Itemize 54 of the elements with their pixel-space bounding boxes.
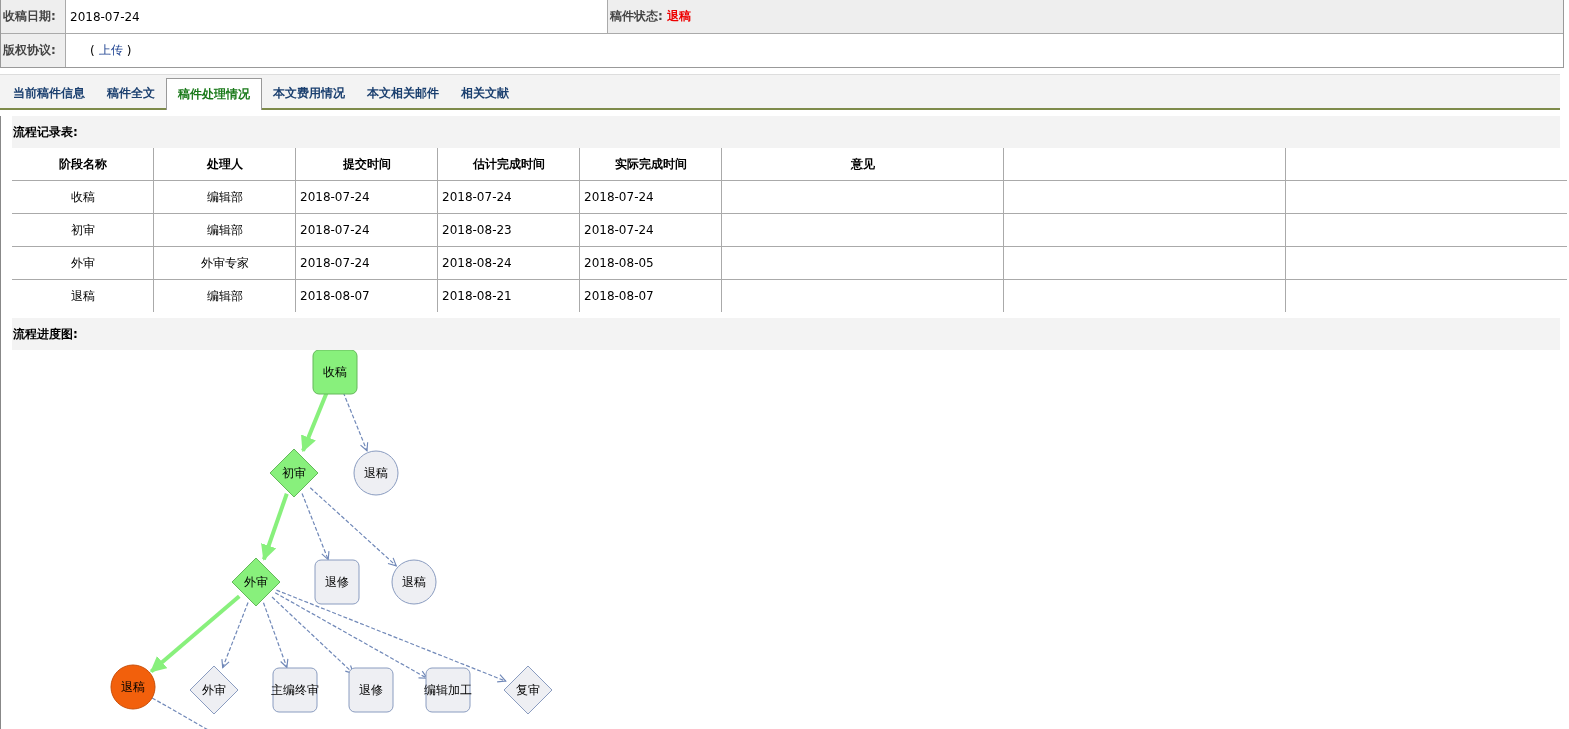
table-cell: 编辑部 (153, 279, 296, 312)
column-header: 实际完成时间 (579, 148, 722, 181)
upload-link[interactable]: 上传 (98, 42, 123, 59)
tab[interactable]: 本文费用情况 (262, 78, 356, 108)
flow-node: 退修 (348, 667, 394, 713)
table-cell: 2018-08-07 (295, 279, 438, 312)
column-header: 阶段名称 (12, 148, 154, 181)
flow-node: 外审 (189, 665, 239, 715)
table-cell: 2018-07-24 (295, 213, 438, 247)
flow-node: 退稿 (391, 559, 437, 605)
column-header: 意见 (721, 148, 1004, 181)
table-cell: 2018-07-24 (579, 180, 722, 214)
tab[interactable]: 当前稿件信息 (2, 78, 96, 108)
flow-node: 编辑加工 (424, 667, 472, 713)
table-cell: 2018-07-24 (295, 180, 438, 214)
table-cell: 2018-08-24 (437, 246, 580, 280)
table-cell: 编辑部 (153, 213, 296, 247)
column-header: 估计完成时间 (437, 148, 580, 181)
tab[interactable]: 稿件全文 (96, 78, 166, 108)
table-cell: 2018-08-07 (579, 279, 722, 312)
table-cell: 初审 (12, 213, 154, 247)
flow-node: 退修 (314, 559, 360, 605)
table-cell: 2018-07-24 (579, 213, 722, 247)
table-cell: 2018-08-23 (437, 213, 580, 247)
paren-text: ) (126, 43, 132, 58)
table-cell: 2018-07-24 (295, 246, 438, 280)
section-title: 流程进度图: (12, 318, 1560, 350)
flow-node: 主编终审 (271, 667, 319, 713)
flow-node: 退稿 (110, 664, 156, 710)
table-cell: 2018-08-21 (437, 279, 580, 312)
status-value: 退稿 (666, 8, 691, 25)
table-cell: 编辑部 (153, 180, 296, 214)
table-cell: 2018-07-24 (437, 180, 580, 214)
tab[interactable]: 稿件处理情况 (166, 78, 262, 110)
column-header: 提交时间 (295, 148, 438, 181)
tab[interactable]: 相关文献 (450, 78, 520, 108)
field-label: 版权协议: (1, 34, 66, 67)
section-title: 流程记录表: (12, 116, 1560, 148)
column-header: 处理人 (153, 148, 296, 181)
table-cell: 外审 (12, 246, 154, 280)
flow-node: 复审 (503, 665, 553, 715)
paren-text: ( (90, 43, 95, 58)
flow-node: 外审 (231, 557, 281, 607)
flow-node: 收稿 (312, 350, 358, 395)
flow-node: 初审 (269, 448, 319, 498)
field-label: 收稿日期: (1, 0, 66, 33)
table-cell: 收稿 (12, 180, 154, 214)
field-label: 稿件状态: (610, 8, 663, 25)
table-cell: 外审专家 (153, 246, 296, 280)
table-cell: 退稿 (12, 279, 154, 312)
table-cell: 2018-08-05 (579, 246, 722, 280)
tab[interactable]: 本文相关邮件 (356, 78, 450, 108)
flow-node: 退稿 (353, 450, 399, 496)
flow-arrow (261, 493, 289, 561)
